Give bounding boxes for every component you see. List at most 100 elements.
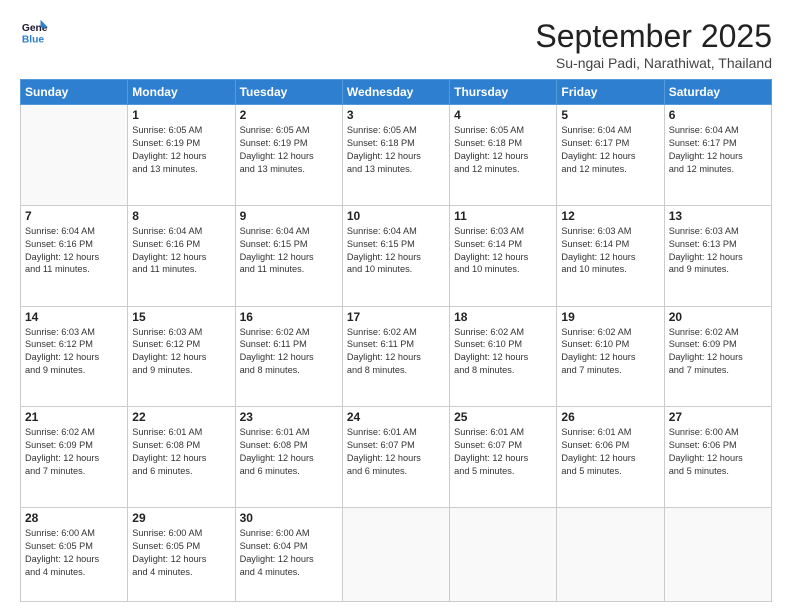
day-info: Sunrise: 6:01 AMSunset: 6:07 PMDaylight:… bbox=[454, 426, 552, 478]
table-row: 5 Sunrise: 6:04 AMSunset: 6:17 PMDaylight… bbox=[557, 105, 664, 206]
day-number: 25 bbox=[454, 410, 552, 424]
table-row: 14Sunrise: 6:03 AMSunset: 6:12 PMDayligh… bbox=[21, 306, 128, 407]
day-number: 28 bbox=[25, 511, 123, 525]
day-info: Sunrise: 6:01 AMSunset: 6:07 PMDaylight:… bbox=[347, 426, 445, 478]
day-info: Sunrise: 6:03 AMSunset: 6:12 PMDaylight:… bbox=[132, 326, 230, 378]
calendar-table: Sunday Monday Tuesday Wednesday Thursday… bbox=[20, 79, 772, 602]
table-row: 11 Sunrise: 6:03 AMSunset: 6:14 PMDayligh… bbox=[450, 205, 557, 306]
table-row: 3Sunrise: 6:05 AMSunset: 6:18 PMDaylight… bbox=[342, 105, 449, 206]
day-number: 21 bbox=[25, 410, 123, 424]
month-title: September 2025 bbox=[535, 18, 772, 55]
header-sunday: Sunday bbox=[21, 80, 128, 105]
table-row: 20Sunrise: 6:02 AMSunset: 6:09 PMDayligh… bbox=[664, 306, 771, 407]
calendar-week-row: 1 Sunrise: 6:05 AMSunset: 6:19 PMDaylight… bbox=[21, 105, 772, 206]
table-row: 18Sunrise: 6:02 AMSunset: 6:10 PMDayligh… bbox=[450, 306, 557, 407]
table-row bbox=[664, 508, 771, 602]
day-info: Sunrise: 6:05 AMSunset: 6:19 PMDaylight:… bbox=[132, 124, 230, 176]
table-row: 27 Sunrise: 6:00 AMSunset: 6:06 PMDayligh… bbox=[664, 407, 771, 508]
day-number: 16 bbox=[240, 310, 338, 324]
table-row: 8Sunrise: 6:04 AMSunset: 6:16 PMDaylight… bbox=[128, 205, 235, 306]
day-number: 5 bbox=[561, 108, 659, 122]
day-number: 12 bbox=[561, 209, 659, 223]
day-number: 30 bbox=[240, 511, 338, 525]
table-row: 19 Sunrise: 6:02 AMSunset: 6:10 PMDayligh… bbox=[557, 306, 664, 407]
table-row: 6 Sunrise: 6:04 AMSunset: 6:17 PMDaylight… bbox=[664, 105, 771, 206]
day-info: Sunrise: 6:02 AMSunset: 6:11 PMDaylight:… bbox=[347, 326, 445, 378]
day-info: Sunrise: 6:01 AMSunset: 6:06 PMDaylight:… bbox=[561, 426, 659, 478]
calendar-week-row: 21Sunrise: 6:02 AMSunset: 6:09 PMDayligh… bbox=[21, 407, 772, 508]
table-row: 15Sunrise: 6:03 AMSunset: 6:12 PMDayligh… bbox=[128, 306, 235, 407]
day-info: Sunrise: 6:05 AMSunset: 6:18 PMDaylight:… bbox=[347, 124, 445, 176]
table-row: 12 Sunrise: 6:03 AMSunset: 6:14 PMDayligh… bbox=[557, 205, 664, 306]
table-row: 30 Sunrise: 6:00 AMSunset: 6:04 PMDayligh… bbox=[235, 508, 342, 602]
day-number: 1 bbox=[132, 108, 230, 122]
logo: General Blue bbox=[20, 18, 48, 46]
day-info: Sunrise: 6:02 AMSunset: 6:09 PMDaylight:… bbox=[669, 326, 767, 378]
day-number: 11 bbox=[454, 209, 552, 223]
day-info: Sunrise: 6:04 AMSunset: 6:17 PMDaylight:… bbox=[561, 124, 659, 176]
day-info: Sunrise: 6:02 AMSunset: 6:11 PMDaylight:… bbox=[240, 326, 338, 378]
day-number: 10 bbox=[347, 209, 445, 223]
day-number: 17 bbox=[347, 310, 445, 324]
day-number: 18 bbox=[454, 310, 552, 324]
day-number: 24 bbox=[347, 410, 445, 424]
table-row: 7Sunrise: 6:04 AMSunset: 6:16 PMDaylight… bbox=[21, 205, 128, 306]
table-row: 10 Sunrise: 6:04 AMSunset: 6:15 PMDayligh… bbox=[342, 205, 449, 306]
weekday-header-row: Sunday Monday Tuesday Wednesday Thursday… bbox=[21, 80, 772, 105]
table-row: 2 Sunrise: 6:05 AMSunset: 6:19 PMDaylight… bbox=[235, 105, 342, 206]
day-number: 22 bbox=[132, 410, 230, 424]
subtitle: Su-ngai Padi, Narathiwat, Thailand bbox=[535, 55, 772, 71]
day-number: 23 bbox=[240, 410, 338, 424]
header-monday: Monday bbox=[128, 80, 235, 105]
table-row: 1 Sunrise: 6:05 AMSunset: 6:19 PMDaylight… bbox=[128, 105, 235, 206]
svg-text:Blue: Blue bbox=[22, 34, 45, 45]
day-info: Sunrise: 6:00 AMSunset: 6:05 PMDaylight:… bbox=[25, 527, 123, 579]
day-info: Sunrise: 6:04 AMSunset: 6:15 PMDaylight:… bbox=[240, 225, 338, 277]
table-row: 23 Sunrise: 6:01 AMSunset: 6:08 PMDayligh… bbox=[235, 407, 342, 508]
calendar-week-row: 14Sunrise: 6:03 AMSunset: 6:12 PMDayligh… bbox=[21, 306, 772, 407]
day-number: 9 bbox=[240, 209, 338, 223]
day-info: Sunrise: 6:05 AMSunset: 6:18 PMDaylight:… bbox=[454, 124, 552, 176]
table-row bbox=[450, 508, 557, 602]
table-row: 21Sunrise: 6:02 AMSunset: 6:09 PMDayligh… bbox=[21, 407, 128, 508]
day-info: Sunrise: 6:03 AMSunset: 6:12 PMDaylight:… bbox=[25, 326, 123, 378]
day-number: 2 bbox=[240, 108, 338, 122]
table-row: 17 Sunrise: 6:02 AMSunset: 6:11 PMDayligh… bbox=[342, 306, 449, 407]
table-row: 25 Sunrise: 6:01 AMSunset: 6:07 PMDayligh… bbox=[450, 407, 557, 508]
day-info: Sunrise: 6:01 AMSunset: 6:08 PMDaylight:… bbox=[132, 426, 230, 478]
day-info: Sunrise: 6:04 AMSunset: 6:17 PMDaylight:… bbox=[669, 124, 767, 176]
day-number: 8 bbox=[132, 209, 230, 223]
table-row bbox=[342, 508, 449, 602]
day-number: 26 bbox=[561, 410, 659, 424]
page: General Blue September 2025 Su-ngai Padi… bbox=[0, 0, 792, 612]
table-row bbox=[21, 105, 128, 206]
calendar-week-row: 7Sunrise: 6:04 AMSunset: 6:16 PMDaylight… bbox=[21, 205, 772, 306]
day-info: Sunrise: 6:03 AMSunset: 6:13 PMDaylight:… bbox=[669, 225, 767, 277]
table-row: 29 Sunrise: 6:00 AMSunset: 6:05 PMDayligh… bbox=[128, 508, 235, 602]
day-info: Sunrise: 6:00 AMSunset: 6:05 PMDaylight:… bbox=[132, 527, 230, 579]
day-number: 4 bbox=[454, 108, 552, 122]
header: General Blue September 2025 Su-ngai Padi… bbox=[20, 18, 772, 71]
day-number: 19 bbox=[561, 310, 659, 324]
day-info: Sunrise: 6:03 AMSunset: 6:14 PMDaylight:… bbox=[561, 225, 659, 277]
table-row: 9 Sunrise: 6:04 AMSunset: 6:15 PMDaylight… bbox=[235, 205, 342, 306]
day-info: Sunrise: 6:00 AMSunset: 6:04 PMDaylight:… bbox=[240, 527, 338, 579]
title-block: September 2025 Su-ngai Padi, Narathiwat,… bbox=[535, 18, 772, 71]
header-tuesday: Tuesday bbox=[235, 80, 342, 105]
table-row: 16 Sunrise: 6:02 AMSunset: 6:11 PMDayligh… bbox=[235, 306, 342, 407]
table-row: 26 Sunrise: 6:01 AMSunset: 6:06 PMDayligh… bbox=[557, 407, 664, 508]
day-info: Sunrise: 6:03 AMSunset: 6:14 PMDaylight:… bbox=[454, 225, 552, 277]
table-row: 13 Sunrise: 6:03 AMSunset: 6:13 PMDayligh… bbox=[664, 205, 771, 306]
day-info: Sunrise: 6:00 AMSunset: 6:06 PMDaylight:… bbox=[669, 426, 767, 478]
day-info: Sunrise: 6:04 AMSunset: 6:15 PMDaylight:… bbox=[347, 225, 445, 277]
day-info: Sunrise: 6:02 AMSunset: 6:10 PMDaylight:… bbox=[561, 326, 659, 378]
calendar-week-row: 28 Sunrise: 6:00 AMSunset: 6:05 PMDayligh… bbox=[21, 508, 772, 602]
day-number: 29 bbox=[132, 511, 230, 525]
table-row bbox=[557, 508, 664, 602]
table-row: 4 Sunrise: 6:05 AMSunset: 6:18 PMDaylight… bbox=[450, 105, 557, 206]
day-number: 13 bbox=[669, 209, 767, 223]
day-number: 27 bbox=[669, 410, 767, 424]
day-info: Sunrise: 6:01 AMSunset: 6:08 PMDaylight:… bbox=[240, 426, 338, 478]
day-number: 6 bbox=[669, 108, 767, 122]
day-info: Sunrise: 6:05 AMSunset: 6:19 PMDaylight:… bbox=[240, 124, 338, 176]
